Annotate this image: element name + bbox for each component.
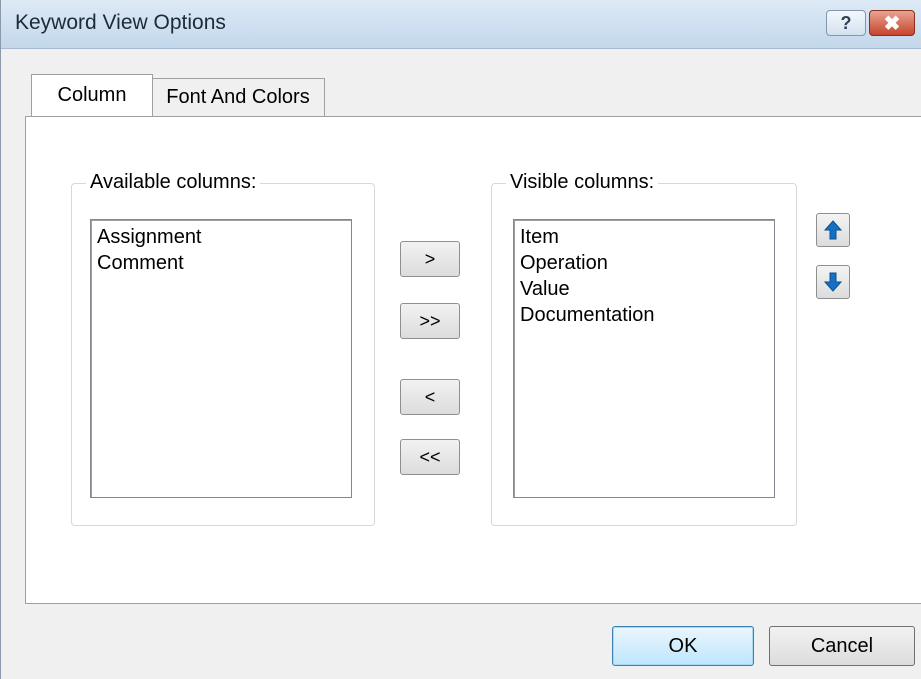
remove-all-columns-button[interactable]: << bbox=[400, 439, 460, 475]
title-bar[interactable]: Keyword View Options ? ✖ bbox=[1, 0, 921, 49]
help-button[interactable]: ? bbox=[826, 10, 866, 36]
list-item[interactable]: Assignment bbox=[97, 224, 345, 250]
available-columns-group: Available columns: Assignment Comment bbox=[71, 171, 375, 526]
add-all-columns-button[interactable]: >> bbox=[400, 303, 460, 339]
cancel-button[interactable]: Cancel bbox=[769, 626, 915, 666]
close-button[interactable]: ✖ bbox=[869, 10, 915, 36]
ok-button[interactable]: OK bbox=[612, 626, 754, 666]
keyword-view-options-dialog: Keyword View Options ? ✖ Column Font And… bbox=[0, 0, 921, 679]
tab-bar: Column Font And Colors bbox=[25, 70, 905, 116]
available-columns-list[interactable]: Assignment Comment bbox=[90, 219, 352, 498]
remove-column-button[interactable]: < bbox=[400, 379, 460, 415]
list-item[interactable]: Documentation bbox=[520, 302, 768, 328]
list-item[interactable]: Item bbox=[520, 224, 768, 250]
help-icon: ? bbox=[840, 12, 852, 33]
visible-columns-group: Visible columns: Item Operation Value Do… bbox=[491, 171, 797, 526]
close-icon: ✖ bbox=[883, 12, 901, 35]
visible-columns-label: Visible columns: bbox=[506, 171, 659, 194]
available-columns-label: Available columns: bbox=[86, 171, 261, 194]
list-item[interactable]: Value bbox=[520, 276, 768, 302]
list-item[interactable]: Comment bbox=[97, 250, 345, 276]
down-arrow-icon bbox=[823, 272, 843, 292]
window-title: Keyword View Options bbox=[15, 11, 226, 34]
move-down-button[interactable] bbox=[816, 265, 850, 299]
column-tab-panel: Available columns: Assignment Comment > … bbox=[25, 116, 921, 604]
move-up-button[interactable] bbox=[816, 213, 850, 247]
up-arrow-icon bbox=[823, 220, 843, 240]
visible-columns-list[interactable]: Item Operation Value Documentation bbox=[513, 219, 775, 498]
tab-font-and-colors[interactable]: Font And Colors bbox=[151, 78, 325, 116]
add-column-button[interactable]: > bbox=[400, 241, 460, 277]
tab-column[interactable]: Column bbox=[31, 74, 153, 116]
list-item[interactable]: Operation bbox=[520, 250, 768, 276]
